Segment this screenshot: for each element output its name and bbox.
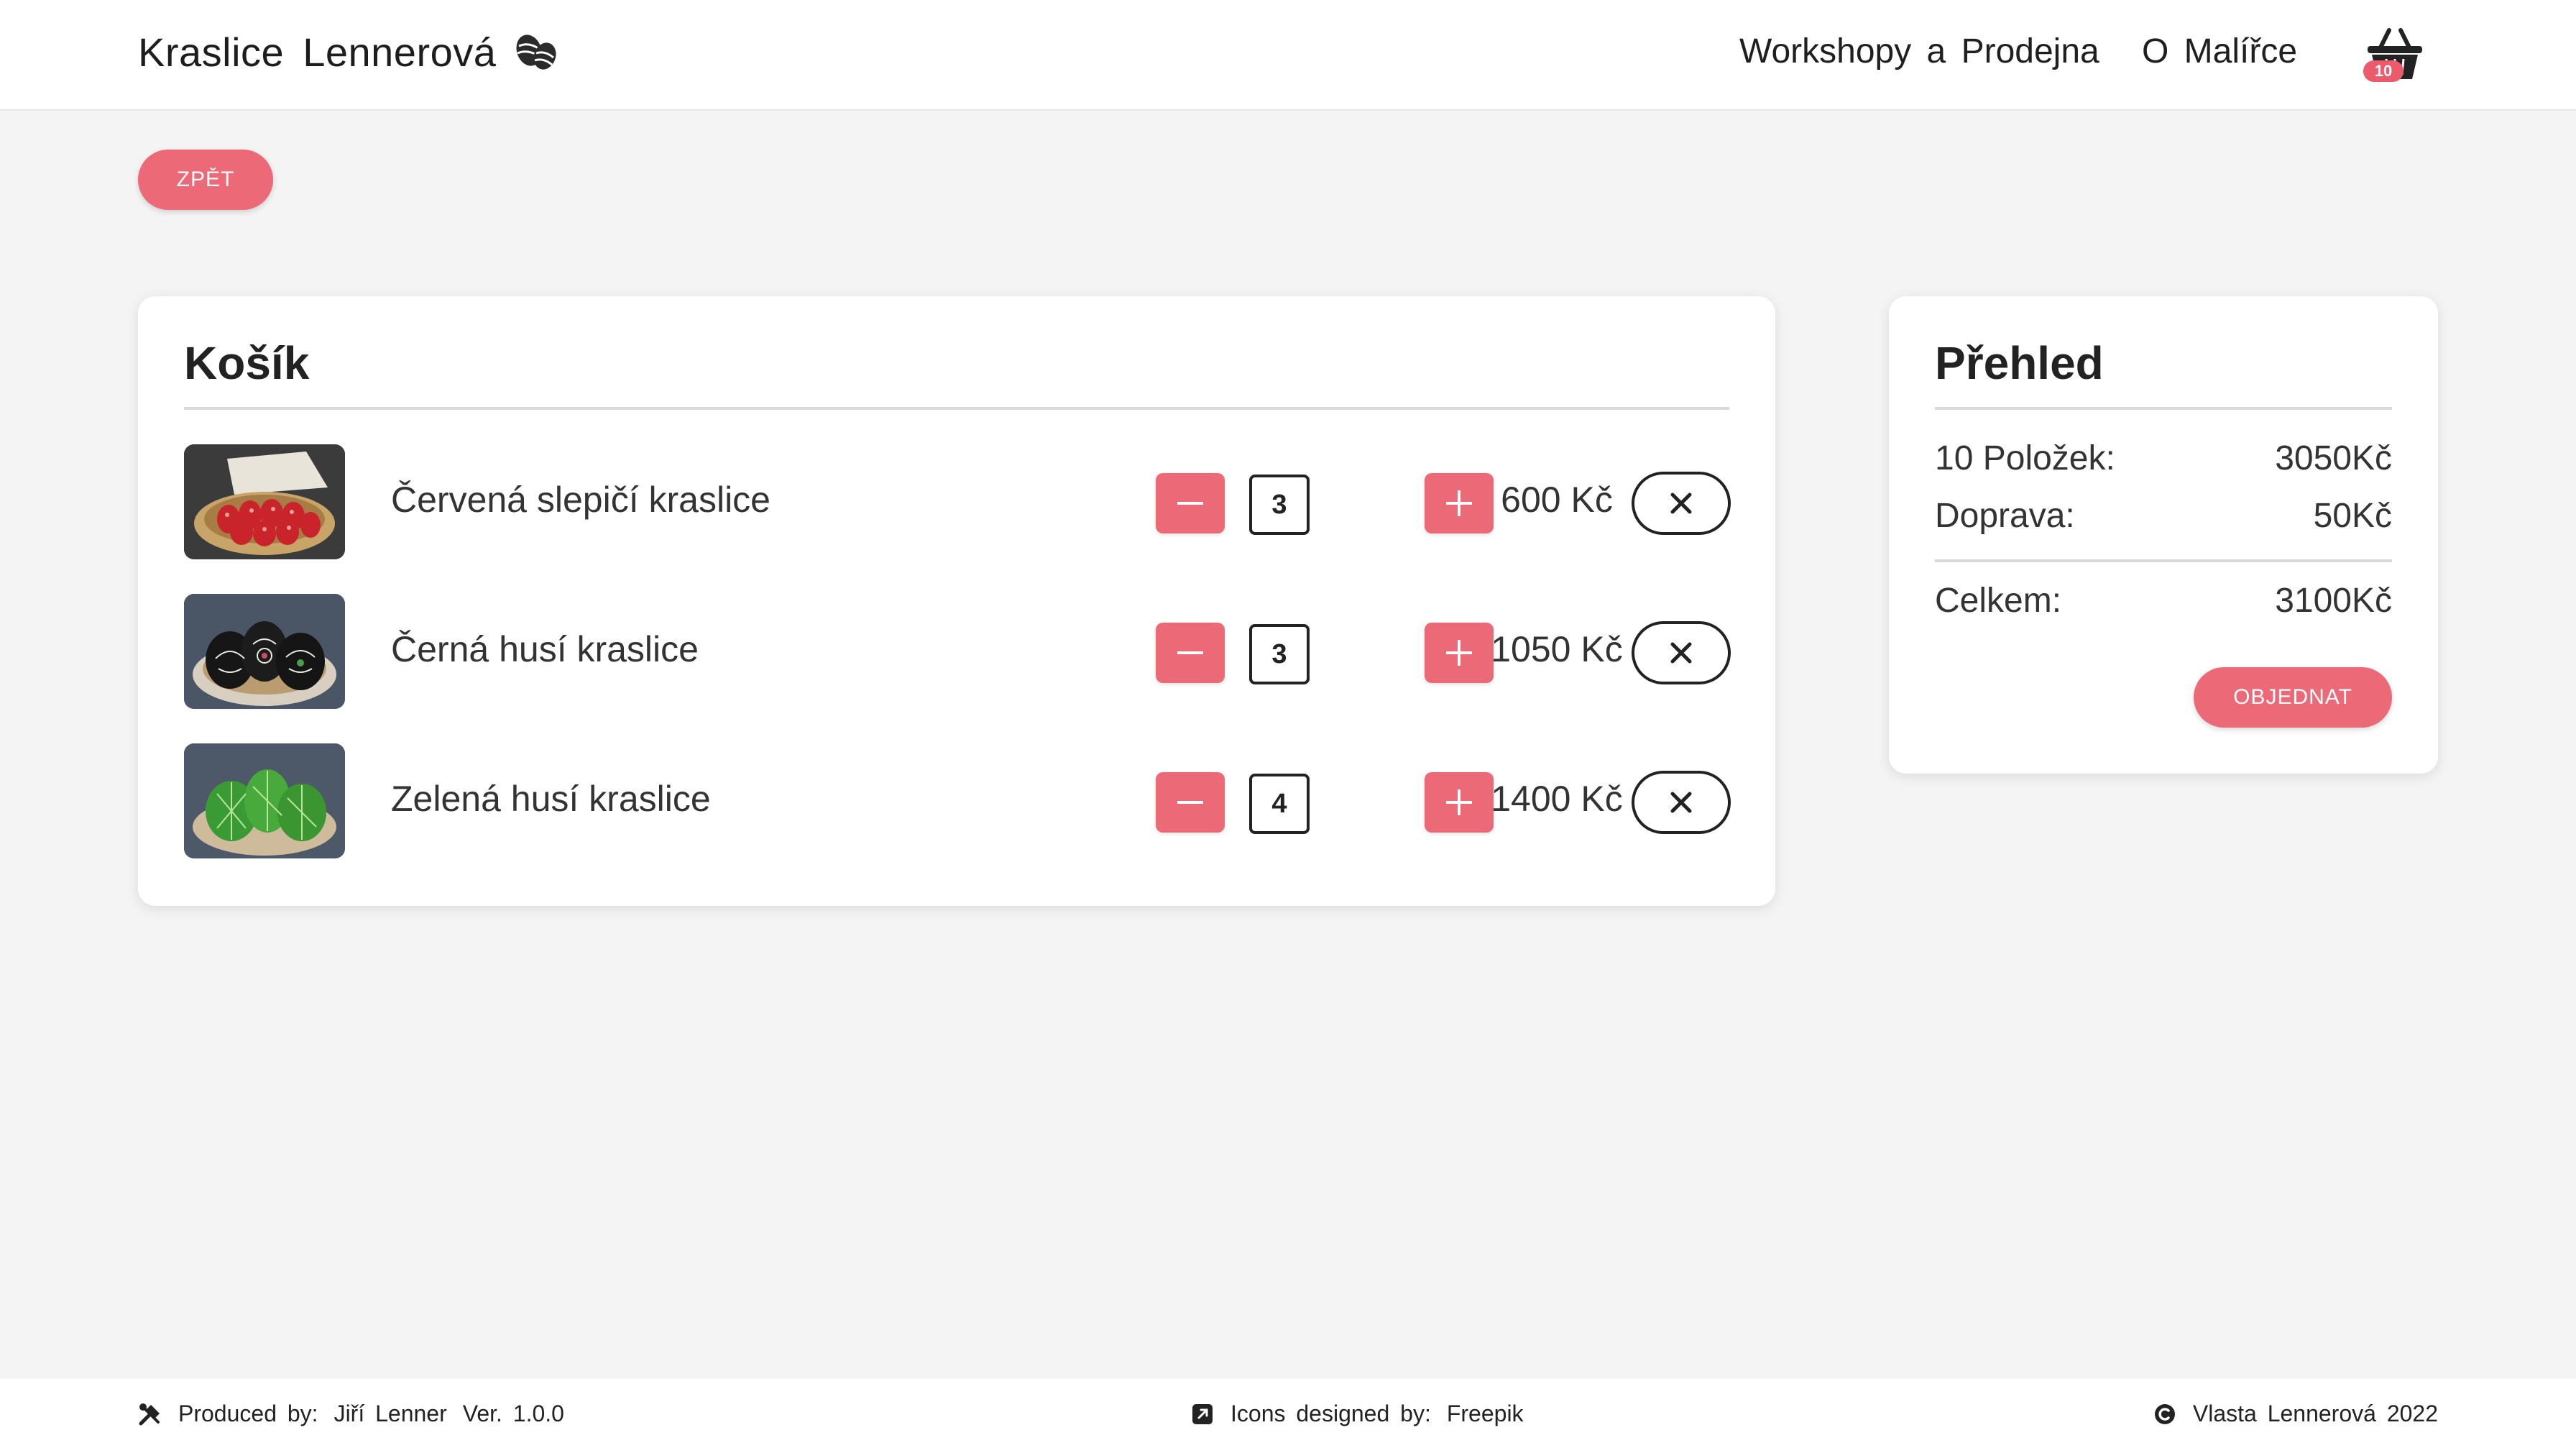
product-image (184, 743, 345, 858)
brand[interactable]: Kraslice Lennerová (138, 26, 562, 78)
brand-title: Kraslice Lennerová (138, 29, 497, 75)
summary-total-row: Celkem: 3100Kč (1935, 581, 2392, 624)
remove-item-button[interactable] (1632, 472, 1731, 535)
copyright-icon (2154, 1403, 2175, 1424)
cart-count-badge: 10 (2363, 60, 2404, 82)
quantity-value: 3 (1249, 475, 1310, 535)
divider (1935, 559, 2392, 562)
cart-item: Zelená husí kraslice 4 1400 Kč (184, 743, 1731, 858)
tools-icon (139, 1403, 160, 1425)
quantity-value: 4 (1249, 774, 1310, 834)
decrease-quantity-button[interactable] (1156, 772, 1225, 833)
footer: Produced by: Jiří Lenner Ver. 1.0.0 Icon… (0, 1379, 2576, 1448)
remove-item-button[interactable] (1632, 771, 1731, 834)
order-button[interactable]: OBJEDNAT (2194, 667, 2392, 728)
minus-icon (1177, 651, 1203, 654)
quantity-value: 3 (1249, 624, 1310, 684)
item-price: 1050 Kč (1491, 629, 1623, 669)
total-label: Celkem: (1935, 582, 2062, 620)
icons-credit-author[interactable]: Freepik (1447, 1401, 1524, 1427)
close-icon (1670, 792, 1692, 813)
remove-item-button[interactable] (1632, 621, 1731, 684)
shipping-label: Doprava: (1935, 497, 2075, 535)
decrease-quantity-button[interactable] (1156, 473, 1225, 533)
minus-icon (1177, 502, 1203, 505)
items-subtotal: 3050Kč (2275, 439, 2392, 477)
footer-copyright: Vlasta Lennerová 2022 (2153, 1401, 2438, 1427)
navbar: Kraslice Lennerová Workshopy a Prodejna … (0, 0, 2576, 111)
total-value: 3100Kč (2275, 582, 2392, 620)
version: Ver. 1.0.0 (462, 1401, 564, 1426)
summary-title: Přehled (1935, 337, 2104, 389)
close-icon (1670, 642, 1692, 664)
summary-card: Přehled 10 Položek: 3050Kč Doprava: 50Kč… (1889, 296, 2438, 774)
summary-items-row: 10 Položek: 3050Kč (1935, 439, 2392, 482)
shipping-value: 50Kč (2313, 497, 2392, 535)
product-image (184, 594, 345, 709)
footer-icons-credit: Icons designed by: Freepik (1190, 1401, 1524, 1427)
produced-by-name[interactable]: Jiří Lenner (334, 1401, 447, 1427)
product-image (184, 444, 345, 559)
minus-icon (1177, 801, 1203, 804)
produced-by-label: Produced by: (178, 1401, 318, 1426)
back-button[interactable]: ZPĚT (138, 150, 273, 210)
easter-eggs-icon (516, 35, 556, 70)
cart-item: Červená slepičí kraslice 3 600 Kč (184, 444, 1731, 559)
icons-credit-label: Icons designed by: (1230, 1401, 1431, 1426)
product-name[interactable]: Zelená husí kraslice (391, 778, 711, 820)
decrease-quantity-button[interactable] (1156, 623, 1225, 683)
product-name[interactable]: Červená slepičí kraslice (391, 479, 770, 521)
cart-button[interactable]: 10 (2360, 22, 2429, 91)
item-price: 1400 Kč (1491, 779, 1623, 819)
summary-shipping-row: Doprava: 50Kč (1935, 496, 2392, 539)
nav-workshops[interactable]: Workshopy a Prodejna (1739, 29, 2099, 75)
nav-about[interactable]: O Malířce (2142, 29, 2297, 75)
cart-card: Košík Červená slepičí kraslice 3 600 Kč … (138, 296, 1775, 906)
cart-item: Černá husí kraslice 3 1050 Kč (184, 594, 1731, 709)
copyright-text: Vlasta Lennerová 2022 (2192, 1401, 2438, 1426)
divider (1935, 407, 2392, 410)
cart-title: Košík (184, 337, 310, 389)
close-icon (1670, 492, 1692, 514)
divider (184, 407, 1729, 410)
items-count-label: 10 Položek: (1935, 439, 2115, 477)
product-name[interactable]: Černá husí kraslice (391, 628, 699, 670)
footer-credits: Produced by: Jiří Lenner Ver. 1.0.0 (138, 1401, 564, 1427)
external-link-icon (1192, 1403, 1213, 1424)
item-price: 600 Kč (1501, 480, 1613, 520)
